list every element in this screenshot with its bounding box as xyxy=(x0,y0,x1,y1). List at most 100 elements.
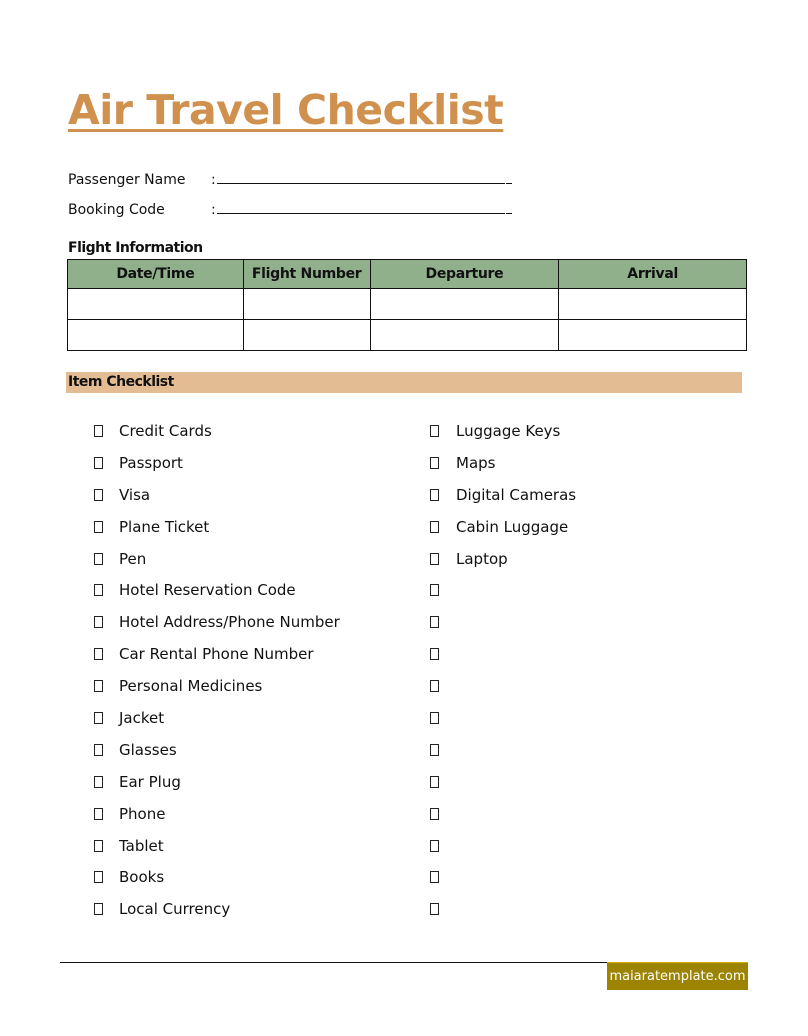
table-row xyxy=(67,319,747,351)
date-time-cell[interactable] xyxy=(67,319,244,351)
checklist-item: Tablet xyxy=(92,830,340,862)
checkbox-icon[interactable] xyxy=(94,424,103,437)
checkbox-icon[interactable] xyxy=(430,520,439,533)
booking-code-input-line[interactable] xyxy=(217,201,505,214)
checkbox-icon[interactable] xyxy=(94,680,103,693)
date-time-cell[interactable] xyxy=(67,288,244,320)
checklist-item: Personal Medicines xyxy=(92,670,340,702)
checklist-item xyxy=(428,638,576,670)
footer-website-badge: maiaratemplate.com xyxy=(607,962,748,990)
checklist-item: Hotel Reservation Code xyxy=(92,574,340,606)
header-flight-number: Flight Number xyxy=(242,259,371,289)
checklist-item: Local Currency xyxy=(92,893,340,925)
checkbox-icon[interactable] xyxy=(94,648,103,661)
checkbox-icon[interactable] xyxy=(430,552,439,565)
booking-code-label: Booking Code xyxy=(68,202,165,218)
checklist-item xyxy=(428,766,576,798)
checkbox-icon[interactable] xyxy=(94,584,103,597)
checklist-item: Visa xyxy=(92,479,340,511)
checklist-item: Credit Cards xyxy=(92,415,340,447)
checkbox-icon[interactable] xyxy=(430,775,439,788)
checklist-item-label: Luggage Keys xyxy=(456,421,561,440)
checkbox-icon[interactable] xyxy=(94,456,103,469)
checklist-item-label: Hotel Address/Phone Number xyxy=(119,613,340,632)
checklist-item-label: Hotel Reservation Code xyxy=(119,581,296,600)
checkbox-icon[interactable] xyxy=(430,584,439,597)
checklist-item: Hotel Address/Phone Number xyxy=(92,606,340,638)
checklist-item: Glasses xyxy=(92,734,340,766)
checklist-item: Ear Plug xyxy=(92,766,340,798)
checkbox-icon[interactable] xyxy=(430,648,439,661)
checklist-item: Phone xyxy=(92,798,340,830)
checklist-item xyxy=(428,670,576,702)
checklist-item xyxy=(428,574,576,606)
checklist-item: Luggage Keys xyxy=(428,415,576,447)
arrival-cell[interactable] xyxy=(558,319,747,351)
checklist-left-column: Credit Cards Passport Visa Plane Ticket Pen H… xyxy=(92,415,340,925)
passenger-name-input-line[interactable] xyxy=(217,171,505,184)
checkbox-icon[interactable] xyxy=(430,903,439,916)
checkbox-icon[interactable] xyxy=(430,488,439,501)
checkbox-icon[interactable] xyxy=(94,775,103,788)
checklist-item: Digital Cameras xyxy=(428,479,576,511)
checklist-item-label: Laptop xyxy=(456,549,508,568)
flight-number-cell[interactable] xyxy=(242,319,371,351)
checklist-item-label: Credit Cards xyxy=(119,421,212,440)
header-arrival: Arrival xyxy=(558,259,747,289)
booking-code-field: Booking Code: xyxy=(68,201,512,218)
checklist-item-label: Car Rental Phone Number xyxy=(119,645,314,664)
checkbox-icon[interactable] xyxy=(94,903,103,916)
checkbox-icon[interactable] xyxy=(94,711,103,724)
checklist-item-label: Cabin Luggage xyxy=(456,517,569,536)
checklist-item xyxy=(428,734,576,766)
checklist-item: Laptop xyxy=(428,543,576,575)
checklist-item: Car Rental Phone Number xyxy=(92,638,340,670)
checklist-item-label: Phone xyxy=(119,804,166,823)
checkbox-icon[interactable] xyxy=(430,807,439,820)
flight-number-cell[interactable] xyxy=(242,288,371,320)
checklist-item xyxy=(428,798,576,830)
checkbox-icon[interactable] xyxy=(430,456,439,469)
checklist-item-label: Tablet xyxy=(119,836,164,855)
checklist-item xyxy=(428,702,576,734)
checkbox-icon[interactable] xyxy=(430,871,439,884)
checkbox-icon[interactable] xyxy=(430,711,439,724)
checkbox-icon[interactable] xyxy=(94,488,103,501)
checklist-item: Passport xyxy=(92,447,340,479)
checklist-item: Pen xyxy=(92,543,340,575)
departure-cell[interactable] xyxy=(369,288,560,320)
checklist-item: Books xyxy=(92,861,340,893)
checkbox-icon[interactable] xyxy=(94,839,103,852)
line-tail xyxy=(506,201,512,214)
checklist-item: Maps xyxy=(428,447,576,479)
checkbox-icon[interactable] xyxy=(430,424,439,437)
header-departure: Departure xyxy=(369,259,560,289)
checklist-item-label: Books xyxy=(119,868,165,887)
checklist-item xyxy=(428,606,576,638)
checkbox-icon[interactable] xyxy=(430,839,439,852)
checklist-item: Cabin Luggage xyxy=(428,511,576,543)
passenger-name-label: Passenger Name xyxy=(68,172,186,188)
checkbox-icon[interactable] xyxy=(430,616,439,629)
checklist-item-label: Personal Medicines xyxy=(119,677,263,696)
arrival-cell[interactable] xyxy=(558,288,747,320)
flight-information-table: Date/Time Flight Number Departure Arriva… xyxy=(67,259,747,351)
checklist-right-column: Luggage Keys Maps Digital Cameras Cabin Lug… xyxy=(428,415,576,925)
checkbox-icon[interactable] xyxy=(94,871,103,884)
checklist-item-label: Visa xyxy=(119,485,151,504)
checklist-item-label: Local Currency xyxy=(119,900,231,919)
passenger-name-field: Passenger Name: xyxy=(68,171,512,188)
checkbox-icon[interactable] xyxy=(94,743,103,756)
flight-information-heading: Flight Information xyxy=(68,240,203,256)
checklist-item xyxy=(428,830,576,862)
footer-divider xyxy=(60,962,608,963)
checkbox-icon[interactable] xyxy=(94,552,103,565)
checkbox-icon[interactable] xyxy=(94,520,103,533)
item-checklist-heading: Item Checklist xyxy=(66,372,742,393)
checkbox-icon[interactable] xyxy=(430,743,439,756)
checkbox-icon[interactable] xyxy=(94,616,103,629)
departure-cell[interactable] xyxy=(369,319,560,351)
checklist-item xyxy=(428,893,576,925)
checkbox-icon[interactable] xyxy=(430,680,439,693)
checkbox-icon[interactable] xyxy=(94,807,103,820)
